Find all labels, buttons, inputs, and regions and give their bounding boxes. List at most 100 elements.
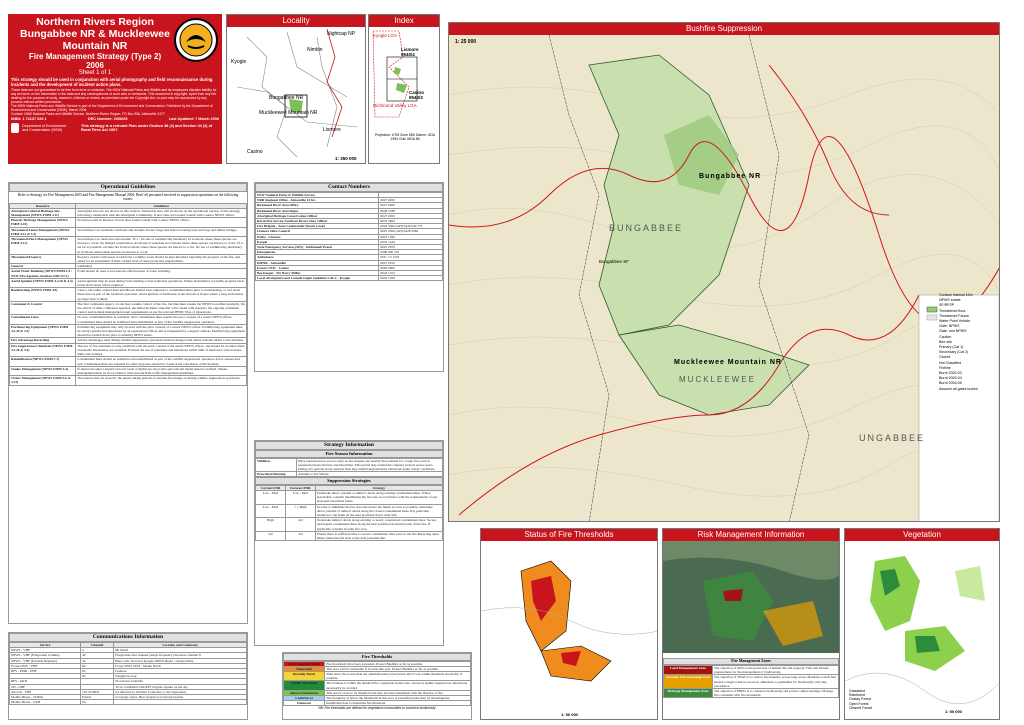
place-lismore: Lismore	[323, 127, 341, 133]
strategy-title: Strategy Information	[255, 441, 443, 450]
operational-row: Smoke Management (NPWS FMM 3.4) If smoke …	[9, 365, 247, 377]
threshold-row: Within Threshold The biomass is within th…	[283, 680, 471, 691]
threshold-label: Unknown	[283, 700, 326, 707]
locality-scale: 1: 350 000	[335, 156, 357, 161]
operational-row-cell: Earthmoving equipment may only be used w…	[75, 323, 247, 339]
vegetation-panel: Vegetation Grassland Rainforest Grassy F…	[844, 528, 1000, 720]
zones-table: Land Management Zone The objective of APZ…	[663, 664, 839, 699]
operational-row-cell: Containment lines should be stabilised a…	[75, 356, 247, 367]
operational-row-cell: Earthmoving Equipment (NPWS FMM 4.2.20 &…	[9, 323, 77, 339]
suppression-row-cell: All	[255, 530, 286, 542]
zones-title: Fire Management Zones	[663, 658, 839, 665]
place-bungabbee: Bungabbee NR	[269, 95, 304, 101]
operational-row-cell: No new containment lines in wetlands. Ne…	[75, 314, 247, 325]
index-map-panel: Index Kyogle LGA Lismore 9540/4 Casino 9…	[368, 14, 440, 164]
place-nightcap: Nightcap NP	[327, 31, 356, 37]
comms-row-cell: Mobile Phone - GSM	[9, 699, 82, 706]
threshold-desc: Time since fire is less than the optimum…	[324, 670, 471, 682]
operational-row-cell: Fire Suppression Chemicals (NPWS FMM 4.2…	[9, 342, 77, 358]
operational-row-cell: Avoid impact on wetlands, rainforest and…	[75, 226, 247, 238]
fire-status-panel: Status of Fire Thresholds 1: 50 000	[480, 528, 658, 720]
comms-row-cell	[113, 699, 247, 706]
operational-row: Aboriginal Cultural Heritage Site Manage…	[9, 207, 247, 219]
suppression-row-cell: Low - Mod	[284, 490, 316, 505]
risk-panel: Risk Management Information Fire Managem…	[662, 528, 840, 720]
zone-desc: The objective of HMZs is to conserve bio…	[712, 687, 839, 699]
season-row-cell: Have been known to start as early as lat…	[296, 457, 443, 473]
operational-row: Fire Suppression Chemicals (NPWS FMM 4.2…	[9, 342, 247, 358]
operational-row: Earthmoving Equipment (NPWS FMM 4.2.20 &…	[9, 323, 247, 339]
operational-row: Rehabilitation (NPWS FMM 7.1) Containment…	[9, 356, 247, 367]
operational-row-cell: Foam should be used to increase the effe…	[75, 268, 247, 279]
fire-status-map	[481, 541, 657, 719]
operational-guidelines: Operational Guidelines Refer to Strategy…	[8, 182, 248, 624]
label-muckleewee: MUCKLEEWEE	[679, 375, 756, 384]
suppression-row: Low - Mod > = High In order to minimise th…	[255, 503, 443, 519]
label-ungabbee: UNGABBEE	[859, 433, 926, 443]
contact-row-cell: Local Aboriginal Land Council Gugin Gudd…	[255, 275, 380, 282]
operational-row-cell: The first combatant agency on site may a…	[75, 300, 247, 316]
region-title: Northern Rivers Region	[36, 16, 154, 28]
operational-row-cell: Threatened Flora Management (NPWS FMM 4.…	[9, 236, 77, 255]
label-muckleewee-nr: Muckleewee Mountain NR	[674, 359, 782, 366]
suppression-table: Current FDR Forecast FDR Strategy Low - Mo…	[255, 484, 443, 542]
operational-row: Fire Advantage Recording All fire advanta…	[9, 337, 247, 344]
suppression-row: All All Ensure there is sufficient time to…	[255, 530, 443, 542]
department-name: Department of Environment and Conservati…	[22, 124, 67, 132]
suppression-row: High All Undertake indirect attack along e…	[255, 517, 443, 532]
risk-title: Risk Management Information	[663, 529, 839, 541]
season-table: Wildfires Have been known to start as ear…	[255, 457, 443, 478]
title-panel: Northern Rivers Region Bungabbee NR & Mu…	[8, 14, 222, 164]
vegetation-title: Vegetation	[845, 529, 999, 541]
operational-row-cell: Aerial Ignition (NPWS FMM 4.2.20 & 4.4)	[9, 277, 77, 289]
index-casino: Casino 9540/3	[409, 90, 425, 100]
operational-title: Operational Guidelines	[9, 183, 247, 192]
zone-row: Strategic Fire Advantage Zone The objecti…	[663, 674, 839, 690]
place-casino: Casino	[247, 149, 263, 155]
operational-row-cell: Smoke Management (NPWS FMM 3.4)	[9, 365, 77, 377]
map-title-1: Bungabbee NR & Muckleewee	[20, 28, 170, 40]
index-projection: Projection: UTM Zone 56S Datum: GDA 1994…	[374, 133, 436, 141]
thresholds-title: Fire Thresholds	[283, 653, 471, 661]
operational-row: Visitor Management (NPWS FMM 3.6 & 4.13)…	[9, 375, 247, 386]
label-bungabbee-sf: Bungabbee SF	[599, 259, 630, 264]
veg-legend-4: Cleared Forest	[849, 705, 873, 710]
isbn: ISBN: 1 74137 533 1	[11, 117, 47, 121]
suppression-row-cell: Ensure there is sufficient time to secur…	[314, 530, 443, 542]
operational-row: Aerial Ignition (NPWS FMM 4.2.20 & 4.4) A…	[9, 277, 247, 289]
operational-row-cell: The use of fire retardants is only permi…	[75, 342, 247, 358]
operational-row-cell: Visitor Management (NPWS FMM 3.6 & 4.13)	[9, 375, 77, 386]
contact-row-cell: 6632 1058	[378, 275, 443, 282]
index-title: Index	[369, 15, 439, 27]
last-updated: Last Updated: 7 March 2006	[168, 117, 219, 121]
disclaimer-text: These data are not guaranteed to be free…	[11, 88, 217, 104]
operational-row-cell: Backburning (NPWS FMM 4.8)	[9, 287, 77, 302]
operational-row: Threatened Flora Management (NPWS FMM 4.…	[9, 236, 247, 255]
fire-season-title: Fire Season Information	[255, 450, 443, 458]
operational-row-cell: Historic Heritage Management (NPWS FMM 4…	[9, 217, 77, 228]
comms-title: Communications Information	[9, 633, 247, 642]
suppression-row-cell: All	[284, 530, 316, 542]
operational-row-cell: The reserve may be closed to the public …	[75, 375, 247, 386]
operational-row: Aerial Water Bombing (NPWS FMM 4.4 / NSW…	[9, 268, 247, 279]
communications-info: Communications Information Service Channe…	[8, 632, 248, 720]
zone-label: Heritage Management Zone	[663, 687, 713, 699]
index-map	[369, 27, 439, 127]
nsw-crest-icon	[11, 123, 20, 133]
operational-row-cell: Containment Lines	[9, 314, 77, 325]
operational-row: Command & Control The first combatant age…	[9, 300, 247, 316]
zone-row: Heritage Management Zone The objective of…	[663, 687, 839, 699]
threshold-label: Within Threshold	[283, 680, 326, 691]
place-nimbin: Nimbin	[307, 47, 323, 53]
logo-seal	[174, 18, 218, 62]
threshold-desc: The biomass is within the threshold for …	[324, 680, 471, 691]
suppression-row-cell: Undertake indirect attack along existing…	[314, 517, 443, 532]
operational-row-cell: Aboriginal Cultural Heritage Site Manage…	[9, 207, 77, 219]
comms-row-cell: No	[80, 699, 115, 706]
fire-status-scale: 1: 50 000	[561, 712, 578, 717]
index-lismore: Lismore 9540/4	[401, 47, 419, 57]
zone-label: Land Management Zone	[663, 664, 713, 676]
contact-row: Local Aboriginal Land Council Gugin Gudd…	[255, 275, 443, 282]
operational-table: Resource Guidelines Aboriginal Cultural H…	[9, 202, 247, 386]
label-bungabbee: BUNGABBEE	[609, 223, 684, 233]
